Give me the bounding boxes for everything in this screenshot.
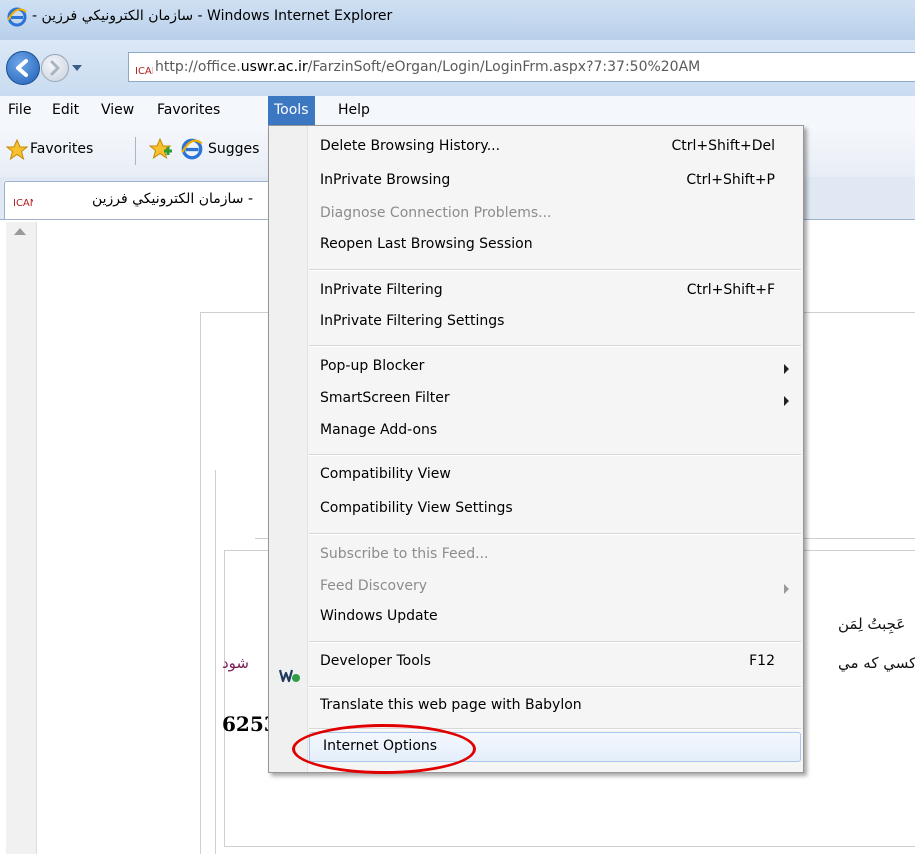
address-toolbar: ICAN http://office.uswr.ac.ir/FarzinSoft…	[0, 40, 915, 97]
window-title-bar: - سازمان الكترونيكي فرزين - Windows Inte…	[0, 0, 915, 41]
tab-label: - سازمان الكترونيكي فرزين	[91, 191, 253, 207]
toolbar-divider	[135, 137, 136, 165]
favorites-star-icon[interactable]	[5, 138, 29, 165]
menu-subscribe-feed: Subscribe to this Feed...	[307, 541, 803, 571]
url-domain: uswr.ac.ir	[240, 59, 308, 75]
menu-developer-tools[interactable]: Developer Tools F12	[307, 648, 803, 678]
vertical-scrollbar[interactable]	[6, 222, 37, 854]
menu-item-label: Translate this web page with Babylon	[320, 697, 582, 713]
menu-item-label: InPrivate Browsing	[320, 172, 451, 188]
tab-favicon-icon: ICAN	[13, 193, 37, 213]
menu-diagnose-connection: Diagnose Connection Problems...	[307, 200, 803, 230]
forward-arrow-icon	[50, 60, 60, 76]
menu-item-label: Feed Discovery	[320, 578, 428, 594]
menu-compatibility-view-settings[interactable]: Compatibility View Settings	[307, 495, 803, 525]
persian-quote-text: از كسي كه مي	[838, 654, 915, 672]
menu-item-shortcut: Ctrl+Shift+Del	[671, 138, 775, 154]
annotation-circle	[292, 724, 476, 774]
menu-item-label: Subscribe to this Feed...	[320, 546, 489, 562]
menu-item-label: Delete Browsing History...	[320, 138, 501, 154]
menu-item-label: Diagnose Connection Problems...	[320, 205, 552, 221]
menu-translate-babylon[interactable]: Translate this web page with Babylon	[307, 692, 803, 722]
menu-edit[interactable]: Edit	[46, 96, 85, 125]
menu-item-shortcut: Ctrl+Shift+F	[686, 282, 775, 298]
tools-dropdown-menu: Delete Browsing History... Ctrl+Shift+De…	[268, 125, 804, 773]
forward-button[interactable]	[41, 54, 69, 82]
chevron-down-icon	[72, 65, 82, 71]
menu-separator	[309, 269, 801, 271]
menu-windows-update[interactable]: Windows Update	[307, 603, 803, 633]
submenu-arrow-icon	[784, 584, 789, 594]
menu-favorites[interactable]: Favorites	[151, 96, 226, 125]
box-border-left	[224, 550, 225, 846]
back-arrow-icon	[16, 59, 28, 77]
window-title: - سازمان الكترونيكي فرزين - Windows Inte…	[32, 8, 393, 24]
menu-item-label: Windows Update	[320, 608, 438, 624]
url-suffix: /FarzinSoft/eOrgan/Login/LoginFrm.aspx?7…	[307, 59, 701, 75]
menu-item-label: Compatibility View Settings	[320, 500, 513, 516]
menu-item-label: InPrivate Filtering	[320, 282, 443, 298]
menu-separator	[309, 641, 801, 643]
menu-inprivate-filtering-settings[interactable]: InPrivate Filtering Settings	[307, 308, 803, 338]
box-border-bottom	[224, 846, 915, 847]
site-favicon-icon: ICAN	[135, 59, 159, 81]
menu-item-label: Reopen Last Browsing Session	[320, 236, 533, 252]
menu-delete-browsing-history[interactable]: Delete Browsing History... Ctrl+Shift+De…	[307, 133, 803, 163]
menu-bar: File Edit View Favorites Tools Help	[0, 96, 915, 126]
menu-inprivate-browsing[interactable]: InPrivate Browsing Ctrl+Shift+P	[307, 167, 803, 197]
ie-logo-icon	[6, 6, 28, 32]
menu-reopen-last-session[interactable]: Reopen Last Browsing Session	[307, 231, 803, 261]
menu-item-shortcut: F12	[749, 653, 775, 669]
menu-item-shortcut: Ctrl+Shift+P	[686, 172, 775, 188]
inner-frame-border-left	[215, 470, 216, 854]
url-prefix: http://office.	[155, 59, 241, 75]
submenu-arrow-icon	[784, 396, 789, 406]
menu-separator	[309, 345, 801, 347]
tab-favicon-text: ICAN	[13, 198, 33, 209]
menu-help[interactable]: Help	[332, 96, 376, 125]
menu-tools[interactable]: Tools	[268, 96, 315, 125]
address-url: http://office.uswr.ac.ir/FarzinSoft/eOrg…	[155, 59, 700, 75]
favorites-button[interactable]: Favorites	[30, 141, 93, 157]
menu-item-label: Manage Add-ons	[320, 422, 438, 438]
menu-popup-blocker[interactable]: Pop-up Blocker	[307, 353, 803, 383]
menu-item-label: InPrivate Filtering Settings	[320, 313, 505, 329]
arabic-quote-text: عَجِبتُ لِمَن	[838, 615, 906, 633]
back-button[interactable]	[6, 51, 40, 85]
menu-item-label: Developer Tools	[320, 653, 431, 669]
menu-item-label: Pop-up Blocker	[320, 358, 425, 374]
suggested-sites-button[interactable]: Sugges	[208, 141, 259, 157]
menu-inprivate-filtering[interactable]: InPrivate Filtering Ctrl+Shift+F	[307, 277, 803, 307]
frame-border-left	[200, 312, 201, 854]
tab-farzin[interactable]: ICAN - سازمان الكترونيكي فرزين	[4, 181, 272, 219]
address-input[interactable]: ICAN http://office.uswr.ac.ir/FarzinSoft…	[128, 52, 915, 82]
purple-quote-text: شود	[222, 654, 249, 672]
menu-manage-addons[interactable]: Manage Add-ons	[307, 417, 803, 447]
menu-feed-discovery: Feed Discovery	[307, 573, 803, 603]
submenu-arrow-icon	[784, 364, 789, 374]
favicon-text: ICAN	[135, 66, 153, 77]
menu-smartscreen-filter[interactable]: SmartScreen Filter	[307, 385, 803, 415]
menu-compatibility-view[interactable]: Compatibility View	[307, 461, 803, 491]
menu-separator	[309, 454, 801, 456]
menu-view[interactable]: View	[95, 96, 140, 125]
menu-file[interactable]: File	[2, 96, 37, 125]
scroll-up-arrow-icon[interactable]	[14, 228, 26, 235]
recent-pages-dropdown[interactable]	[71, 62, 83, 77]
menu-item-label: SmartScreen Filter	[320, 390, 450, 406]
suggested-sites-icon[interactable]	[180, 137, 204, 165]
menu-separator	[309, 686, 801, 688]
babylon-icon	[278, 667, 301, 689]
menu-separator	[309, 533, 801, 535]
menu-item-label: Compatibility View	[320, 466, 451, 482]
add-to-favorites-bar-icon[interactable]	[148, 137, 174, 165]
